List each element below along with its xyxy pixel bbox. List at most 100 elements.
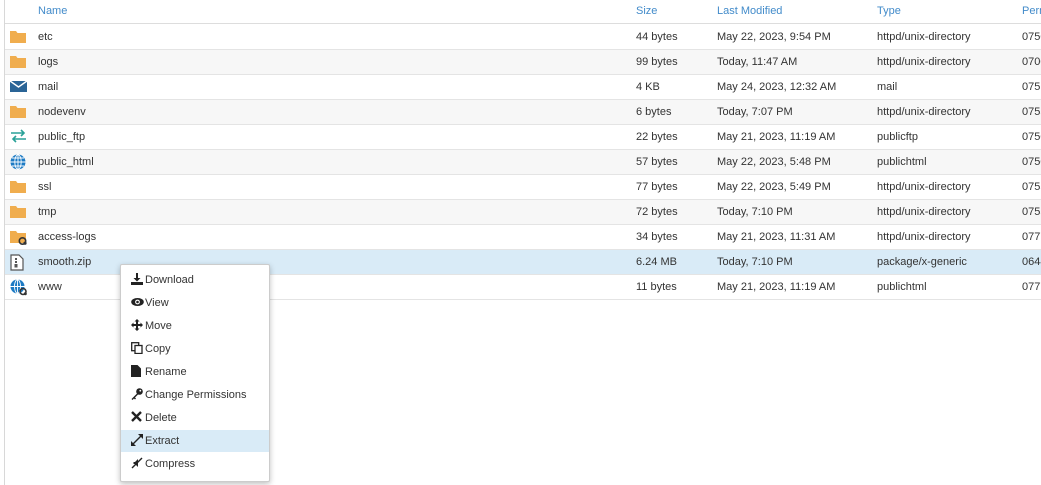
menu-item-label: Move [145, 320, 172, 332]
compress-icon [131, 457, 143, 469]
file-name[interactable]: etc [38, 31, 53, 43]
file-permissions: 0750 [1022, 156, 1041, 168]
menu-item-rename[interactable]: Rename [121, 361, 269, 383]
file-type: publichtml [877, 281, 927, 293]
file-permissions: 0755 [1022, 106, 1041, 118]
file-type: httpd/unix-directory [877, 56, 971, 68]
globe-icon [10, 154, 28, 170]
key-icon [131, 388, 143, 400]
file-type: httpd/unix-directory [877, 31, 971, 43]
file-permissions: 0751 [1022, 81, 1041, 93]
file-size: 6.24 MB [636, 256, 677, 268]
file-last-modified: Today, 11:47 AM [717, 56, 798, 68]
file-permissions: 0777 [1022, 281, 1041, 293]
file-permissions: 0644 [1022, 256, 1041, 268]
file-type: mail [877, 81, 898, 93]
copy-icon [131, 342, 143, 354]
file-type: httpd/unix-directory [877, 206, 971, 218]
column-header-type[interactable]: Type [877, 5, 901, 17]
menu-item-label: Rename [145, 366, 187, 378]
file-permissions: 0755 [1022, 206, 1041, 218]
table-row[interactable]: access-logs 34 bytes May 21, 2023, 11:31 A… [5, 225, 1041, 250]
file-name[interactable]: www [38, 281, 62, 293]
file-size: 6 bytes [636, 106, 672, 118]
menu-item-extract[interactable]: Extract [121, 430, 269, 452]
menu-item-label: View [145, 297, 169, 309]
file-name[interactable]: smooth.zip [38, 256, 91, 268]
zip-file-icon [10, 254, 28, 271]
table-row[interactable]: nodevenv 6 bytes Today, 7:07 PM httpd/unix-… [5, 100, 1041, 125]
table-row[interactable]: public_html 57 bytes May 22, 2023, 5:48 PM… [5, 150, 1041, 175]
file-name[interactable]: access-logs [38, 231, 96, 243]
menu-item-label: Change Permissions [145, 389, 247, 401]
folder-icon [10, 54, 28, 70]
file-size: 22 bytes [636, 131, 678, 143]
menu-item-download[interactable]: Download [121, 269, 269, 291]
menu-item-delete[interactable]: Delete [121, 407, 269, 429]
file-last-modified: Today, 7:10 PM [717, 206, 793, 218]
column-header-permissions[interactable]: Perm [1022, 5, 1041, 17]
envelope-icon [10, 79, 28, 95]
file-last-modified: May 22, 2023, 5:48 PM [717, 156, 831, 168]
table-row[interactable]: tmp 72 bytes Today, 7:10 PM httpd/unix-dire… [5, 200, 1041, 225]
file-name[interactable]: ssl [38, 181, 51, 193]
file-permissions: 0750 [1022, 31, 1041, 43]
file-size: 44 bytes [636, 31, 678, 43]
file-size: 77 bytes [636, 181, 678, 193]
file-manager-panel: Name Size Last Modified Type Perm etc 44 … [4, 0, 1041, 485]
folder-link-icon [10, 229, 28, 245]
file-permissions: 0755 [1022, 181, 1041, 193]
file-type: httpd/unix-directory [877, 106, 971, 118]
menu-item-view[interactable]: View [121, 292, 269, 314]
file-icon [131, 365, 143, 377]
file-name[interactable]: public_html [38, 156, 94, 168]
file-permissions: 0750 [1022, 131, 1041, 143]
file-type: publicftp [877, 131, 918, 143]
table-row[interactable]: mail 4 KB May 24, 2023, 12:32 AM mail 0751 [5, 75, 1041, 100]
file-last-modified: May 21, 2023, 11:31 AM [717, 231, 836, 243]
table-row[interactable]: ssl 77 bytes May 22, 2023, 5:49 PM httpd/un… [5, 175, 1041, 200]
file-name[interactable]: nodevenv [38, 106, 86, 118]
file-size: 99 bytes [636, 56, 678, 68]
file-size: 4 KB [636, 81, 660, 93]
menu-item-compress[interactable]: Compress [121, 453, 269, 475]
menu-item-label: Delete [145, 412, 177, 424]
file-name[interactable]: logs [38, 56, 58, 68]
file-last-modified: May 21, 2023, 11:19 AM [717, 131, 836, 143]
file-size: 11 bytes [636, 281, 677, 293]
menu-item-label: Compress [145, 458, 196, 470]
table-row[interactable]: public_ftp 22 bytes May 21, 2023, 11:19 AM… [5, 125, 1041, 150]
file-last-modified: May 22, 2023, 5:49 PM [717, 181, 831, 193]
expand-icon [131, 434, 143, 446]
menu-item-label: Copy [145, 343, 171, 355]
table-row[interactable]: logs 99 bytes Today, 11:47 AM httpd/unix-di… [5, 50, 1041, 75]
eye-icon [131, 296, 144, 308]
move-arrows-icon [131, 319, 143, 331]
menu-item-copy[interactable]: Copy [121, 338, 269, 360]
file-type: httpd/unix-directory [877, 181, 971, 193]
download-icon [131, 273, 143, 285]
file-name[interactable]: tmp [38, 206, 56, 218]
file-last-modified: May 22, 2023, 9:54 PM [717, 31, 831, 43]
menu-item-change-permissions[interactable]: Change Permissions [121, 384, 269, 406]
file-type: package/x-generic [877, 256, 967, 268]
menu-item-label: Download [145, 274, 194, 286]
transfer-arrows-icon [10, 129, 28, 145]
table-row[interactable]: etc 44 bytes May 22, 2023, 9:54 PM httpd/un… [5, 25, 1041, 50]
column-header-size[interactable]: Size [636, 5, 657, 17]
column-header-name[interactable]: Name [38, 5, 67, 17]
globe-link-icon [10, 279, 28, 296]
column-header-last-modified[interactable]: Last Modified [717, 5, 782, 17]
file-name[interactable]: mail [38, 81, 58, 93]
file-last-modified: Today, 7:10 PM [717, 256, 793, 268]
file-size: 57 bytes [636, 156, 678, 168]
folder-icon [10, 179, 28, 195]
x-icon [131, 411, 143, 423]
file-type: publichtml [877, 156, 927, 168]
folder-icon [10, 204, 28, 220]
file-name[interactable]: public_ftp [38, 131, 85, 143]
file-last-modified: Today, 7:07 PM [717, 106, 793, 118]
menu-item-move[interactable]: Move [121, 315, 269, 337]
file-size: 72 bytes [636, 206, 678, 218]
file-size: 34 bytes [636, 231, 678, 243]
